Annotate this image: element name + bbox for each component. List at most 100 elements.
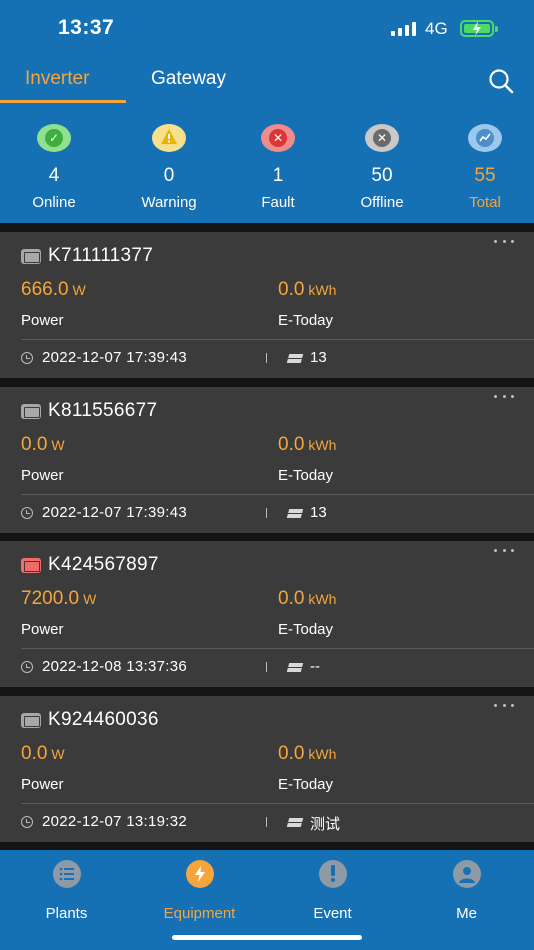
stat-online[interactable]: ✓ 4 Online bbox=[0, 118, 109, 211]
solar-panel-icon bbox=[286, 509, 304, 518]
tab-bar: Inverter Gateway bbox=[0, 58, 534, 104]
device-sn: K811556677 bbox=[48, 400, 158, 421]
tab-inverter[interactable]: Inverter bbox=[25, 68, 89, 90]
separator bbox=[266, 508, 267, 518]
update-time: 2022-12-08 13:37:36 bbox=[42, 658, 187, 675]
divider bbox=[21, 339, 534, 340]
power-value: 0.0 W bbox=[21, 434, 65, 455]
divider bbox=[21, 494, 534, 495]
nav-plants[interactable]: Plants bbox=[0, 850, 133, 922]
divider bbox=[21, 648, 534, 649]
etoday-label: E-Today bbox=[278, 621, 334, 638]
signal-icon bbox=[391, 22, 417, 36]
stat-label: Online bbox=[32, 194, 76, 211]
solar-panel-icon bbox=[286, 818, 304, 827]
more-icon[interactable] bbox=[494, 395, 514, 401]
stat-fault[interactable]: ✕ 1 Fault bbox=[223, 118, 333, 211]
solar-panel-icon bbox=[286, 354, 304, 363]
stat-count: 1 bbox=[272, 165, 284, 186]
etoday-label: E-Today bbox=[278, 312, 334, 329]
stat-label: Total bbox=[469, 194, 501, 211]
more-icon[interactable] bbox=[494, 240, 514, 246]
nav-label: Plants bbox=[45, 905, 88, 922]
chart-icon bbox=[468, 124, 502, 152]
charging-icon bbox=[473, 21, 481, 36]
status-bar: 13:37 4G bbox=[0, 0, 534, 58]
nav-label: Me bbox=[456, 905, 477, 922]
etoday-label: E-Today bbox=[278, 467, 334, 484]
battery-cap bbox=[495, 26, 498, 32]
status-summary: ✓ 4 Online 0 Warning ✕ 1 Fault ✕ 50 Offl… bbox=[0, 118, 534, 218]
exclamation-icon bbox=[318, 860, 347, 888]
separator bbox=[266, 817, 267, 827]
nav-equipment[interactable]: Equipment bbox=[133, 850, 266, 922]
power-label: Power bbox=[21, 467, 64, 484]
stat-count: 50 bbox=[371, 165, 393, 186]
status-time: 13:37 bbox=[58, 16, 115, 39]
person-icon bbox=[452, 860, 481, 888]
nav-label: Event bbox=[313, 905, 352, 922]
nav-me[interactable]: Me bbox=[400, 850, 533, 922]
update-time: 2022-12-07 17:39:43 bbox=[42, 349, 187, 366]
check-icon: ✓ bbox=[37, 124, 71, 152]
warning-icon bbox=[152, 124, 186, 152]
device-card[interactable]: K711111377 666.0 W 0.0 kWh Power E-Today 2… bbox=[0, 232, 534, 378]
clock-icon bbox=[21, 661, 33, 673]
inverter-alert-icon bbox=[21, 558, 41, 573]
tab-gateway[interactable]: Gateway bbox=[151, 68, 226, 90]
device-sn: K711111377 bbox=[48, 245, 154, 266]
device-card[interactable]: K924460036 0.0 W 0.0 kWh Power E-Today 202… bbox=[0, 696, 534, 842]
etoday-value: 0.0 kWh bbox=[278, 588, 337, 609]
plant-name: 13 bbox=[310, 349, 327, 366]
separator bbox=[266, 353, 267, 363]
stat-count: 0 bbox=[163, 165, 175, 186]
etoday-value: 0.0 kWh bbox=[278, 743, 337, 764]
plant-name: 13 bbox=[310, 504, 327, 521]
stat-total[interactable]: 55 Total bbox=[430, 118, 534, 211]
x-icon: ✕ bbox=[261, 124, 295, 152]
clock-icon bbox=[21, 816, 33, 828]
etoday-label: E-Today bbox=[278, 776, 334, 793]
more-icon[interactable] bbox=[494, 704, 514, 710]
etoday-value: 0.0 kWh bbox=[278, 279, 337, 300]
device-sn: K924460036 bbox=[48, 709, 159, 730]
x-icon: ✕ bbox=[365, 124, 399, 152]
nav-label: Equipment bbox=[163, 905, 236, 922]
power-value: 666.0 W bbox=[21, 279, 86, 300]
stat-warning[interactable]: 0 Warning bbox=[114, 118, 224, 211]
plant-name: 测试 bbox=[310, 816, 341, 833]
stat-count: 4 bbox=[48, 165, 60, 186]
device-card[interactable]: K811556677 0.0 W 0.0 kWh Power E-Today 202… bbox=[0, 387, 534, 533]
lightning-icon bbox=[185, 860, 214, 888]
inverter-icon bbox=[21, 249, 41, 264]
device-card[interactable]: K424567897 7200.0 W 0.0 kWh Power E-Today … bbox=[0, 541, 534, 687]
network-label: 4G bbox=[425, 19, 448, 38]
tab-active-indicator bbox=[0, 100, 126, 103]
plant-name: -- bbox=[310, 658, 320, 675]
stat-offline[interactable]: ✕ 50 Offline bbox=[327, 118, 437, 211]
solar-panel-icon bbox=[286, 663, 304, 672]
power-label: Power bbox=[21, 312, 64, 329]
etoday-value: 0.0 kWh bbox=[278, 434, 337, 455]
stat-label: Fault bbox=[261, 194, 295, 211]
power-value: 0.0 W bbox=[21, 743, 65, 764]
clock-icon bbox=[21, 507, 33, 519]
power-value: 7200.0 W bbox=[21, 588, 97, 609]
stat-label: Warning bbox=[141, 194, 197, 211]
separator bbox=[266, 662, 267, 672]
divider bbox=[21, 803, 534, 804]
search-icon[interactable] bbox=[486, 66, 516, 96]
inverter-icon bbox=[21, 404, 41, 419]
power-label: Power bbox=[21, 776, 64, 793]
more-icon[interactable] bbox=[494, 549, 514, 555]
list-icon bbox=[52, 860, 81, 888]
update-time: 2022-12-07 13:19:32 bbox=[42, 813, 187, 830]
nav-event[interactable]: Event bbox=[266, 850, 399, 922]
power-label: Power bbox=[21, 621, 64, 638]
header-area: 13:37 4G Inverter Gateway ✓ 4 Online 0 W… bbox=[0, 0, 534, 223]
device-sn: K424567897 bbox=[48, 554, 159, 575]
stat-count: 55 bbox=[474, 165, 496, 186]
stat-label: Offline bbox=[360, 194, 404, 211]
home-indicator[interactable] bbox=[172, 935, 362, 940]
update-time: 2022-12-07 17:39:43 bbox=[42, 504, 187, 521]
